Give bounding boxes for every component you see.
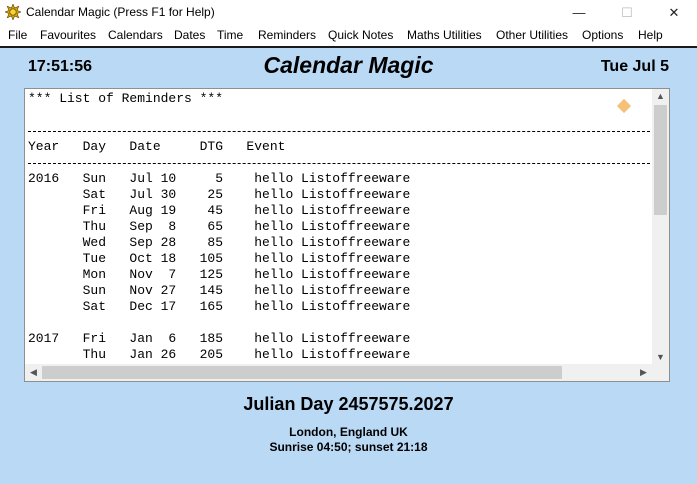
column-headers: Year Day Date DTG Event <box>28 139 286 154</box>
menu-other-utilities[interactable]: Other Utilities <box>496 28 568 42</box>
reminder-row: Fri Aug 19 45 hello Listoffreeware <box>28 203 411 218</box>
reminder-row: Sun Nov 27 145 hello Listoffreeware <box>28 283 411 298</box>
sun-times: Sunrise 04:50; sunset 21:18 <box>269 440 428 454</box>
reminder-row: 2016 Sun Jul 10 5 hello Listoffreeware <box>28 171 411 186</box>
scroll-right-arrow-icon[interactable]: ▶ <box>635 367 652 378</box>
menu-quick-notes[interactable]: Quick Notes <box>328 28 393 42</box>
reminders-list[interactable]: *** List of Reminders *** Year Day Date D… <box>24 88 670 382</box>
current-date: Tue Jul 5 <box>600 58 669 75</box>
menu-file[interactable]: File <box>8 28 27 42</box>
horizontal-scrollbar[interactable]: ◀ ▶ <box>25 364 652 381</box>
menu-bar: File Favourites Calendars Dates Time Rem… <box>0 25 697 48</box>
vertical-scrollbar[interactable]: ▲ ▼ <box>652 89 669 364</box>
maximize-button[interactable]: ☐ <box>604 0 650 25</box>
menu-favourites[interactable]: Favourites <box>40 28 96 42</box>
title-bar: Calendar Magic (Press F1 for Help) — ☐ ✕ <box>0 0 697 25</box>
scrollbar-corner <box>652 364 669 381</box>
window-title: Calendar Magic (Press F1 for Help) <box>26 5 215 19</box>
reminder-row: Thu Sep 8 65 hello Listoffreeware <box>28 219 411 234</box>
main-panel: 17:51:56 Calendar Magic Tue Jul 5 *** Li… <box>0 48 697 484</box>
menu-time[interactable]: Time <box>217 28 243 42</box>
location: London, England UK <box>289 425 408 439</box>
menu-reminders[interactable]: Reminders <box>258 28 316 42</box>
minimize-button[interactable]: — <box>556 0 602 25</box>
app-title: Calendar Magic <box>263 52 434 78</box>
reminder-row: Wed Sep 28 85 hello Listoffreeware <box>28 235 411 250</box>
menu-calendars[interactable]: Calendars <box>108 28 163 42</box>
reminder-row: Sat Dec 17 165 hello Listoffreeware <box>28 299 411 314</box>
reminder-row: Thu Jan 26 205 hello Listoffreeware <box>28 347 411 362</box>
reminder-row: Sat Jul 30 25 hello Listoffreeware <box>28 187 411 202</box>
vertical-scroll-thumb[interactable] <box>654 105 667 215</box>
menu-help[interactable]: Help <box>638 28 663 42</box>
scroll-down-arrow-icon[interactable]: ▼ <box>652 352 669 362</box>
reminder-row: Mon Nov 7 125 hello Listoffreeware <box>28 267 411 282</box>
reminders-text[interactable]: *** List of Reminders *** Year Day Date D… <box>28 91 650 363</box>
divider <box>28 123 650 139</box>
close-button[interactable]: ✕ <box>651 0 697 25</box>
menu-dates[interactable]: Dates <box>174 28 205 42</box>
reminder-row: 2017 Fri Jan 6 185 hello Listoffreeware <box>28 331 411 346</box>
sun-gear-icon <box>5 4 21 20</box>
horizontal-scroll-thumb[interactable] <box>42 366 562 379</box>
reminder-row: Tue Oct 18 105 hello Listoffreeware <box>28 251 411 266</box>
scroll-left-arrow-icon[interactable]: ◀ <box>25 367 42 378</box>
divider <box>28 155 650 171</box>
julian-day: Julian Day 2457575.2027 <box>243 394 454 414</box>
menu-maths-utilities[interactable]: Maths Utilities <box>407 28 482 42</box>
scroll-up-arrow-icon[interactable]: ▲ <box>652 91 669 101</box>
list-heading: *** List of Reminders *** <box>28 91 224 106</box>
menu-options[interactable]: Options <box>582 28 623 42</box>
